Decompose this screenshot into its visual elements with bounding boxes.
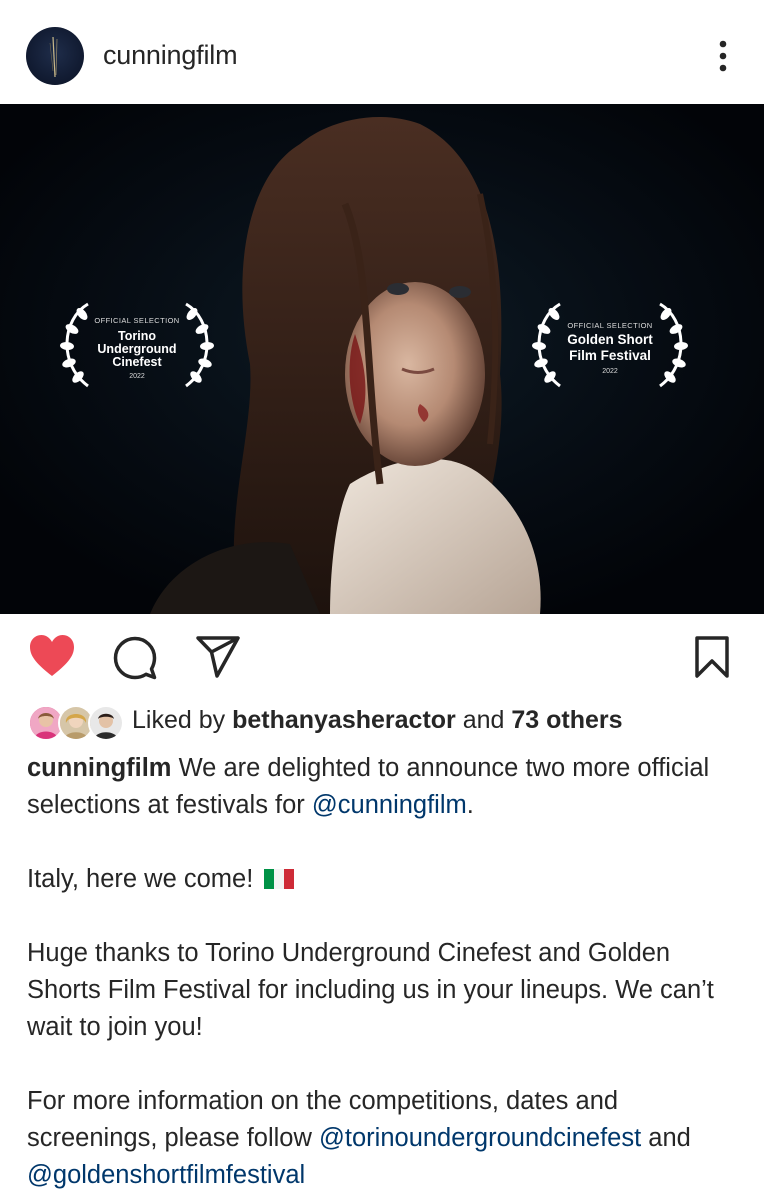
likes-summary: Liked by bethanyasheractor and 73 others [0, 698, 764, 744]
likes-prefix: Liked by [132, 706, 226, 734]
likes-text: Liked by bethanyasheractor and 73 others [132, 706, 623, 735]
mention-torinoundergroundcinefest[interactable]: @torinoundergroundcinefest [319, 1124, 641, 1152]
mention-cunningfilm[interactable]: @cunningfilm [312, 791, 467, 819]
film-still-image: OFFICIAL SELECTION Torino Underground Ci… [0, 104, 764, 614]
post-caption: cunningfilm We are delighted to announce… [27, 750, 742, 1194]
caption-paragraph-3: Huge thanks to Torino Underground Cinefe… [27, 939, 714, 1041]
laurel1-line3: Cinefest [112, 355, 162, 369]
caption-paragraph-4: For more information on the competitions… [27, 1083, 742, 1194]
comment-button[interactable] [113, 636, 157, 685]
likes-others[interactable]: 73 others [511, 706, 622, 734]
laurel2-line2: Film Festival [569, 348, 651, 363]
caption-p4-connector: and [648, 1124, 691, 1152]
person-avatar-icon [90, 707, 122, 739]
laurel2-year: 2022 [602, 368, 618, 375]
caption-p1-end: . [466, 791, 474, 819]
like-button[interactable] [28, 634, 76, 683]
laurel1-overline: OFFICIAL SELECTION [94, 316, 179, 325]
laurel1-line2: Underground [97, 342, 176, 356]
comment-icon [113, 636, 157, 680]
mention-goldenshortfilmfestival[interactable]: @goldenshortfilmfestival [27, 1161, 305, 1189]
profile-avatar[interactable] [26, 27, 84, 85]
caption-p2-text: Italy, here we come! [27, 865, 254, 893]
post-username[interactable]: cunningfilm [103, 40, 238, 71]
save-button[interactable] [694, 635, 730, 684]
bookmark-icon [695, 636, 729, 678]
send-icon [196, 636, 240, 678]
film-logo-icon [49, 36, 58, 78]
share-button[interactable] [196, 636, 240, 683]
laurel1-year: 2022 [129, 373, 145, 380]
caption-author[interactable]: cunningfilm [27, 754, 171, 782]
post-photo[interactable]: OFFICIAL SELECTION Torino Underground Ci… [0, 104, 764, 614]
likes-connector: and [462, 706, 505, 734]
italy-flag-icon [264, 863, 295, 889]
liker-avatar-3[interactable] [88, 705, 124, 741]
laurel1-line1: Torino [118, 329, 156, 343]
laurel2-overline: OFFICIAL SELECTION [567, 321, 652, 330]
liked-by-user[interactable]: bethanyasheractor [232, 706, 456, 734]
laurel2-line1: Golden Short [567, 332, 653, 347]
caption-paragraph-2: Italy, here we come! [27, 861, 742, 898]
more-vertical-icon [719, 40, 727, 72]
post-header: cunningfilm [0, 0, 764, 104]
caption-paragraph-1: cunningfilm We are delighted to announce… [27, 750, 742, 824]
heart-filled-icon [30, 635, 74, 676]
more-options-button[interactable] [708, 38, 738, 76]
post-action-bar [0, 614, 764, 698]
